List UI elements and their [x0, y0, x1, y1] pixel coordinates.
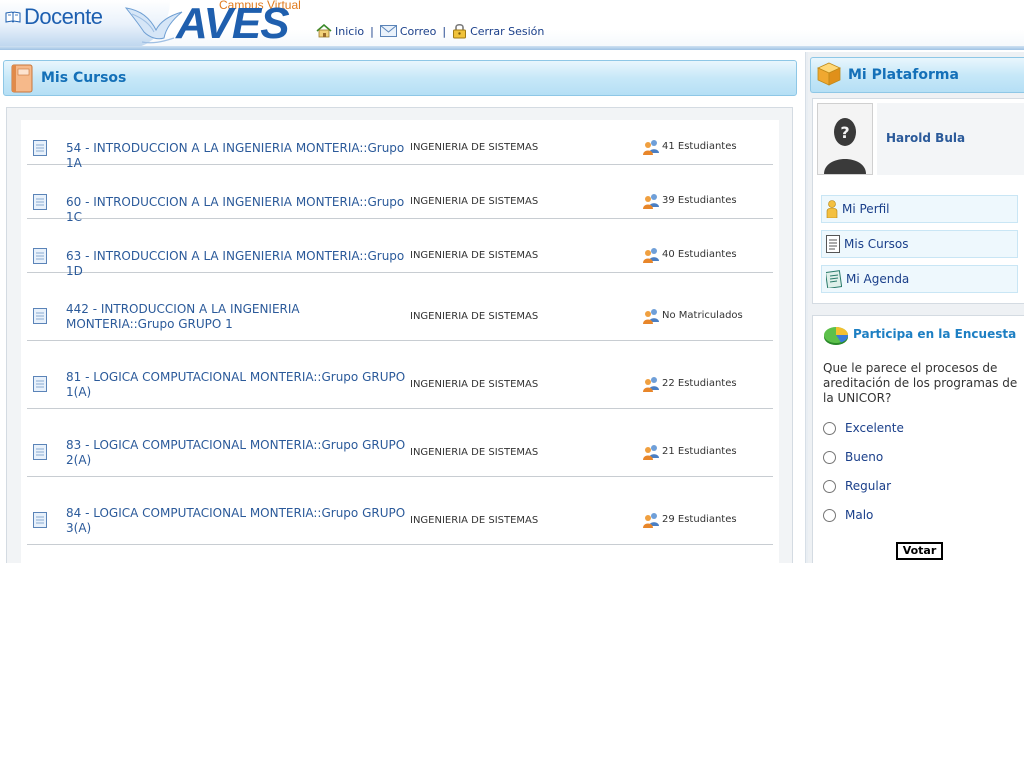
- course-link[interactable]: 81 - LOGICA COMPUTACIONAL MONTERIA::Grup…: [66, 370, 406, 400]
- course-link[interactable]: 84 - LOGICA COMPUTACIONAL MONTERIA::Grup…: [66, 506, 406, 536]
- document-icon[interactable]: [33, 512, 47, 528]
- course-career: INGENIERIA DE SISTEMAS: [410, 142, 539, 153]
- menu-mi-perfil[interactable]: Mi Perfil: [821, 195, 1018, 223]
- course-row: 83 - LOGICA COMPUTACIONAL MONTERIA::Grup…: [27, 409, 773, 477]
- radio-button[interactable]: [823, 479, 836, 493]
- lock-icon: [453, 23, 467, 39]
- poll-question: Que le parece el procesos de areditación…: [823, 361, 1018, 405]
- student-count: 21 Estudiantes: [662, 446, 737, 457]
- course-link[interactable]: 442 - INTRODUCCION A LA INGENIERIA MONTE…: [66, 302, 406, 332]
- logo-title: AVES: [176, 0, 290, 48]
- student-count: No Matriculados: [662, 310, 743, 321]
- blank-area: [0, 563, 1024, 768]
- course-row: 63 - INTRODUCCION A LA INGENIERIA MONTER…: [27, 219, 773, 278]
- students-icon: [643, 194, 659, 209]
- menu-mi-agenda-label: Mi Agenda: [846, 272, 910, 286]
- course-career: INGENIERIA DE SISTEMAS: [410, 379, 539, 390]
- platform-title-bar: Mi Plataforma: [810, 57, 1024, 93]
- course-row: 81 - LOGICA COMPUTACIONAL MONTERIA::Grup…: [27, 341, 773, 409]
- agenda-icon: [826, 270, 842, 288]
- mail-icon: [379, 25, 397, 37]
- poll-option[interactable]: Regular: [823, 479, 891, 493]
- courses-list-box: 54 - INTRODUCCION A LA INGENIERIA MONTER…: [6, 107, 793, 580]
- course-career: INGENIERIA DE SISTEMAS: [410, 447, 539, 458]
- course-link[interactable]: 83 - LOGICA COMPUTACIONAL MONTERIA::Grup…: [66, 438, 406, 468]
- document-icon[interactable]: [33, 194, 47, 210]
- unknown-user-icon: ?: [818, 104, 872, 174]
- menu-mis-cursos[interactable]: Mis Cursos: [821, 230, 1018, 258]
- avatar[interactable]: ?: [817, 103, 873, 175]
- person-icon: [826, 200, 838, 218]
- header: Docente Campus Virtual AVES Inicio | Cor…: [0, 0, 1024, 50]
- student-count: 39 Estudiantes: [662, 195, 737, 206]
- course-career: INGENIERIA DE SISTEMAS: [410, 515, 539, 526]
- course-row: 442 - INTRODUCCION A LA INGENIERIA MONTE…: [27, 273, 773, 341]
- home-icon: [316, 24, 332, 38]
- student-count: 22 Estudiantes: [662, 378, 737, 389]
- document-icon[interactable]: [33, 248, 47, 264]
- user-name[interactable]: Harold Bula: [886, 131, 965, 145]
- radio-button[interactable]: [823, 421, 836, 435]
- document-icon[interactable]: [33, 308, 47, 324]
- nav-inicio[interactable]: Inicio: [316, 24, 364, 38]
- students-icon: [643, 309, 659, 324]
- poll-option-label: Regular: [845, 479, 892, 493]
- nav-separator: |: [442, 24, 447, 38]
- students-icon: [643, 140, 659, 155]
- course-row: 84 - LOGICA COMPUTACIONAL MONTERIA::Grup…: [27, 477, 773, 545]
- course-career: INGENIERIA DE SISTEMAS: [410, 196, 539, 207]
- students-icon: [643, 377, 659, 392]
- box-icon: [817, 62, 841, 86]
- poll-option[interactable]: Bueno: [823, 450, 883, 464]
- aves-logo: Campus Virtual AVES: [122, 0, 312, 48]
- course-career: INGENIERIA DE SISTEMAS: [410, 311, 539, 322]
- vote-button[interactable]: Votar: [896, 542, 943, 560]
- nav-separator: |: [370, 24, 374, 38]
- pie-chart-icon: [824, 327, 849, 345]
- page-title: Mis Cursos: [41, 70, 127, 86]
- svg-text:?: ?: [840, 123, 849, 142]
- radio-button[interactable]: [823, 450, 836, 464]
- poll-option-label: Malo: [845, 508, 874, 522]
- nav-correo-label: Correo: [399, 24, 437, 38]
- radio-button[interactable]: [823, 508, 836, 522]
- course-row: 54 - INTRODUCCION A LA INGENIERIA MONTER…: [27, 120, 773, 170]
- poll-option[interactable]: Malo: [823, 508, 873, 522]
- poll-option[interactable]: Excelente: [823, 421, 904, 435]
- menu-mi-perfil-label: Mi Perfil: [842, 202, 890, 216]
- nav-cerrar-sesion-label: Cerrar Sesión: [470, 24, 545, 38]
- document-icon[interactable]: [33, 140, 47, 156]
- students-icon: [643, 513, 659, 528]
- student-count: 40 Estudiantes: [662, 249, 737, 260]
- nav-cerrar-sesion[interactable]: Cerrar Sesión: [452, 23, 544, 39]
- course-row: 60 - INTRODUCCION A LA INGENIERIA MONTER…: [27, 165, 773, 224]
- nav-inicio-label: Inicio: [335, 24, 365, 38]
- document-icon[interactable]: [33, 444, 47, 460]
- student-count: 29 Estudiantes: [662, 514, 737, 525]
- courses-title-bar: Mis Cursos: [3, 60, 797, 96]
- document-icon[interactable]: [33, 376, 47, 392]
- poll-box: Participa en la Encuesta Que le parece e…: [812, 315, 1024, 575]
- courses-book-icon: [11, 64, 33, 93]
- student-count: 41 Estudiantes: [662, 141, 737, 152]
- brand-title: Docente: [24, 4, 103, 29]
- poll-option-label: Bueno: [845, 450, 884, 464]
- poll-title: Participa en la Encuesta: [853, 327, 1017, 341]
- course-career: INGENIERIA DE SISTEMAS: [410, 250, 539, 261]
- nav-correo[interactable]: Correo: [379, 24, 437, 38]
- menu-mi-agenda[interactable]: Mi Agenda: [821, 265, 1018, 293]
- header-divider: [0, 46, 1024, 50]
- courses-list: 54 - INTRODUCCION A LA INGENIERIA MONTER…: [21, 120, 779, 580]
- user-name-strip: Harold Bula: [877, 103, 1024, 175]
- document-list-icon: [826, 235, 840, 253]
- students-icon: [643, 445, 659, 460]
- top-navigation: Inicio | Correo | Cerrar Sesión: [316, 22, 544, 40]
- students-icon: [643, 248, 659, 263]
- menu-mis-cursos-label: Mis Cursos: [844, 237, 909, 251]
- book-icon: [5, 11, 21, 23]
- profile-box: ? Harold Bula Mi Perfil Mis Cursos Mi Ag…: [812, 98, 1024, 304]
- poll-option-label: Excelente: [845, 421, 904, 435]
- sidebar-title: Mi Plataforma: [848, 67, 959, 83]
